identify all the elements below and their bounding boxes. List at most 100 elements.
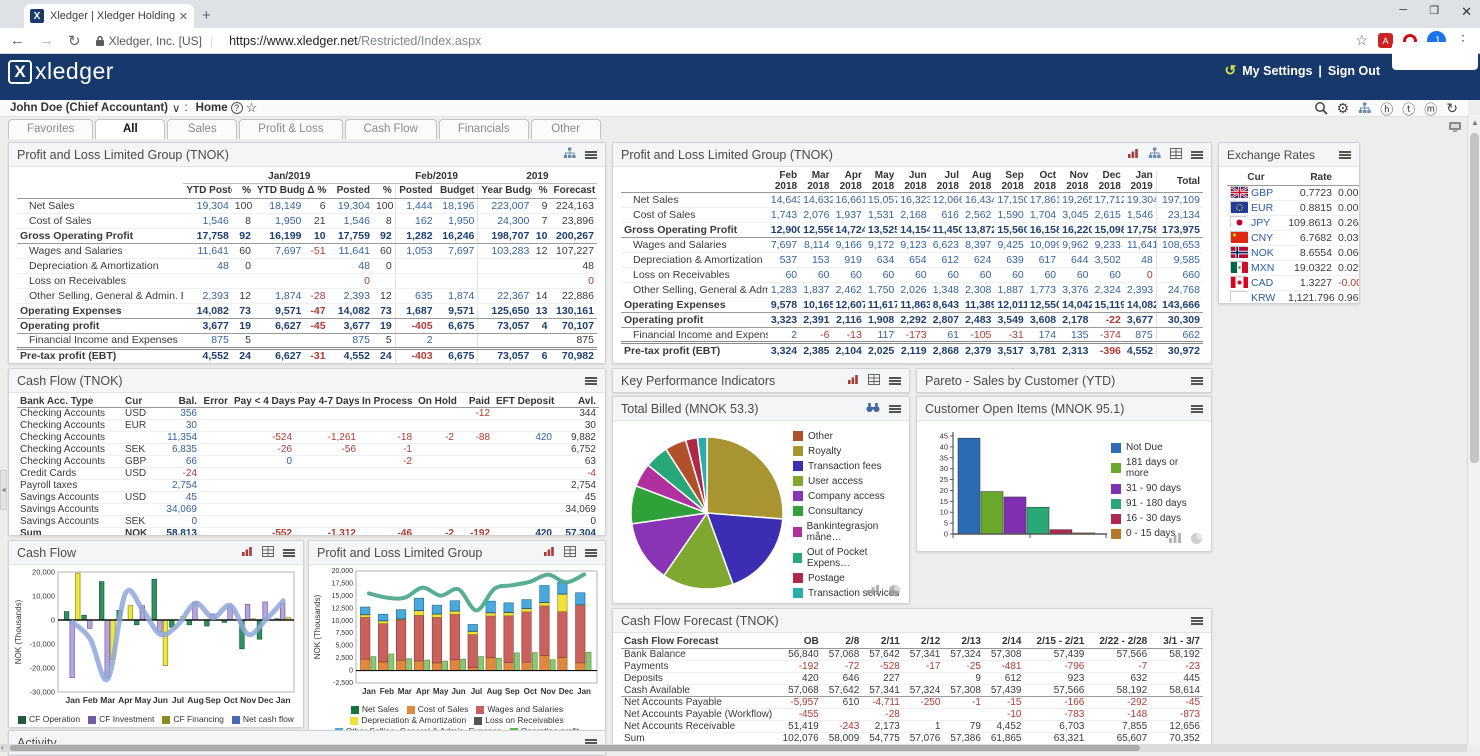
sitemap-icon[interactable] — [563, 147, 576, 159]
chart-icon[interactable] — [543, 546, 555, 557]
balance-link[interactable]: 420 — [535, 528, 552, 536]
balance-link[interactable]: 30 — [186, 420, 197, 432]
balance-link[interactable]: 356 — [180, 408, 197, 420]
current-user[interactable]: John Doe (Chief Accountant) — [10, 102, 168, 114]
sign-out-link[interactable]: Sign Out — [1328, 64, 1380, 78]
pie-slice[interactable] — [707, 437, 783, 519]
header-search-box[interactable] — [1392, 42, 1478, 70]
scroll-left-icon[interactable]: ‹ — [1, 742, 4, 752]
balance-link[interactable]: -2 — [445, 432, 454, 444]
currency-code[interactable]: NOK — [1227, 245, 1285, 260]
chart-icon[interactable] — [241, 546, 253, 557]
chart-icon[interactable] — [847, 374, 859, 385]
balance-link[interactable]: -552 — [272, 528, 292, 536]
menu-icon[interactable] — [585, 549, 597, 557]
menu-icon[interactable] — [283, 549, 295, 557]
m-circle-icon[interactable]: ⓜ — [1424, 99, 1437, 118]
security-badge[interactable]: Xledger, Inc. [US] | — [95, 34, 222, 48]
currency-code[interactable]: KRW — [1227, 290, 1285, 304]
balance-link[interactable]: -1,312 — [328, 528, 356, 536]
bar-not-due[interactable] — [958, 438, 980, 534]
table-icon[interactable] — [868, 374, 880, 385]
balance-link[interactable]: -1,261 — [328, 432, 356, 444]
balance-link[interactable]: -88 — [476, 432, 490, 444]
menu-icon[interactable] — [585, 151, 597, 159]
bar-toggle-icon[interactable] — [1168, 532, 1182, 544]
balance-link[interactable]: -1 — [403, 444, 412, 456]
balance-link[interactable]: -24 — [183, 468, 197, 480]
bar-181-days-or-more[interactable] — [981, 492, 1003, 534]
sitemap-icon[interactable] — [1148, 147, 1161, 159]
balance-link[interactable]: -18 — [398, 432, 412, 444]
chart-icon[interactable] — [1127, 148, 1139, 159]
favorite-page-star-icon[interactable]: ☆ — [246, 100, 258, 116]
horizontal-scrollbar[interactable]: ‹ — [0, 744, 1467, 752]
search-icon[interactable] — [1314, 101, 1328, 115]
currency-code[interactable]: CNY — [1227, 230, 1285, 245]
bookmark-star-icon[interactable]: ☆ — [1355, 32, 1368, 49]
balance-link[interactable]: 0 — [286, 456, 292, 468]
refresh-icon[interactable]: ↻ — [1446, 100, 1458, 117]
h-circle-icon[interactable]: ⓗ — [1380, 99, 1393, 118]
horizontal-scrollbar-thumb[interactable] — [10, 745, 1140, 751]
balance-link[interactable]: -524 — [272, 432, 292, 444]
bar-toggle-icon[interactable] — [866, 584, 880, 596]
pie-toggle-icon[interactable] — [1190, 532, 1203, 545]
currency-code[interactable]: GBP — [1227, 185, 1285, 200]
menu-icon[interactable] — [1191, 617, 1203, 625]
bar-91-180-days[interactable] — [1027, 507, 1049, 534]
vertical-scrollbar[interactable]: ▲ — [1467, 115, 1480, 745]
panel-collapse-handle[interactable]: ◄ — [0, 470, 7, 510]
pie-toggle-icon[interactable] — [888, 584, 901, 597]
vertical-scrollbar-thumb[interactable] — [1470, 133, 1479, 463]
tab-profit-loss[interactable]: Profit & Loss — [239, 119, 342, 139]
minimize-icon[interactable]: ─ — [1399, 4, 1407, 20]
menu-icon[interactable] — [585, 377, 597, 385]
menu-icon[interactable] — [1191, 405, 1203, 413]
tab-financials[interactable]: Financials — [439, 119, 529, 139]
t-circle-icon[interactable]: ⓣ — [1402, 99, 1415, 118]
bar-31-90-days[interactable] — [1004, 497, 1026, 534]
balance-link[interactable]: -46 — [398, 528, 412, 536]
gear-icon[interactable]: ⚙ — [1337, 100, 1350, 117]
reload-icon[interactable]: ↻ — [68, 32, 81, 50]
balance-link[interactable]: 34,069 — [166, 504, 197, 516]
balance-link[interactable]: -26 — [278, 444, 292, 456]
menu-icon[interactable] — [1191, 151, 1203, 159]
close-icon[interactable]: ✕ — [1461, 4, 1472, 20]
back-icon[interactable]: ← — [10, 32, 25, 49]
chevron-down-icon[interactable]: ∨ — [172, 101, 180, 115]
table-icon[interactable] — [564, 546, 576, 557]
menu-icon[interactable] — [1339, 151, 1351, 159]
balance-link[interactable]: -56 — [342, 444, 356, 456]
menu-icon[interactable] — [889, 377, 901, 385]
balance-link[interactable]: 11,354 — [167, 432, 197, 444]
currency-code[interactable]: JPY — [1227, 215, 1285, 230]
balance-link[interactable]: 58,813 — [166, 528, 197, 536]
tab-sales[interactable]: Sales — [167, 119, 237, 139]
currency-code[interactable]: CAD — [1227, 275, 1285, 290]
breadcrumb[interactable]: Home — [196, 102, 228, 114]
binoculars-icon[interactable] — [866, 402, 880, 413]
balance-link[interactable]: -12 — [476, 408, 490, 420]
balance-link[interactable]: 45 — [186, 492, 197, 504]
balance-link[interactable]: -2 — [445, 528, 454, 536]
my-settings-link[interactable]: My Settings — [1242, 64, 1312, 78]
new-tab-button[interactable]: + — [202, 7, 211, 24]
help-icon[interactable]: ? — [231, 102, 243, 114]
maximize-icon[interactable]: ❐ — [1429, 4, 1439, 20]
scroll-up-icon[interactable]: ▲ — [1471, 118, 1479, 127]
balance-link[interactable]: 0 — [191, 516, 197, 528]
xledger-logo[interactable]: X xledger — [8, 58, 114, 85]
tab-favorites[interactable]: Favorites — [8, 119, 93, 139]
balance-link[interactable]: -2 — [403, 456, 412, 468]
browser-tab[interactable]: X Xledger | Xledger Holding | Bank ✕ — [24, 4, 194, 28]
menu-icon[interactable] — [1191, 377, 1203, 385]
sitemap-icon[interactable] — [1358, 102, 1371, 114]
tab-close-icon[interactable]: ✕ — [179, 10, 188, 23]
balance-link[interactable]: 2,754 — [172, 480, 197, 492]
tab-cash-flow[interactable]: Cash Flow — [345, 119, 437, 139]
forward-icon[interactable]: → — [39, 32, 54, 49]
pdf-extension-icon[interactable]: A — [1378, 33, 1393, 48]
currency-code[interactable]: EUR — [1227, 200, 1285, 215]
